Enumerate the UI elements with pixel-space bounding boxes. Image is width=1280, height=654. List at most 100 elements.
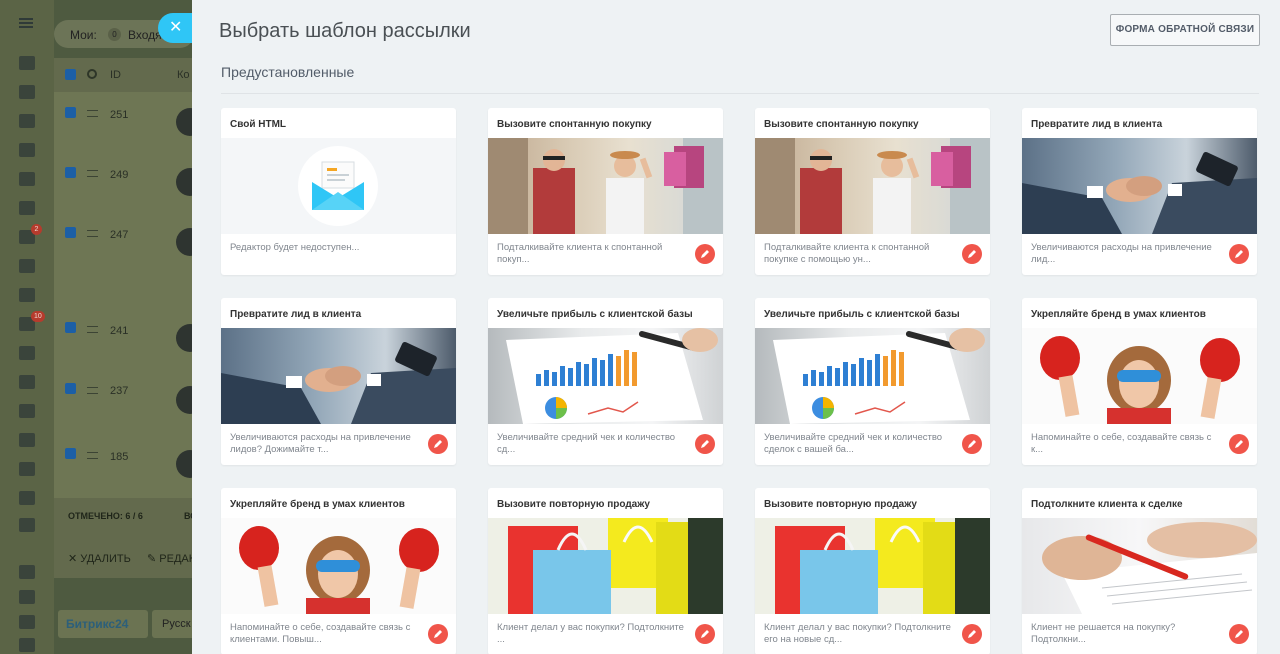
- filter-badge: 10: [31, 311, 45, 322]
- row-checkbox[interactable]: [65, 383, 76, 394]
- row-checkbox[interactable]: [65, 322, 76, 333]
- select-all-checkbox[interactable]: [65, 69, 76, 80]
- pencil-icon: [434, 440, 442, 448]
- activity-icon[interactable]: [19, 56, 35, 70]
- edit-template-button[interactable]: [1229, 434, 1249, 454]
- template-card-description: Клиент делал у вас покупки? Подтолкните …: [497, 622, 684, 645]
- target-icon[interactable]: [19, 375, 35, 389]
- template-card-description: Увеличиваются расходы на привлечение лид…: [230, 432, 411, 455]
- template-card[interactable]: Укрепляйте бренд в умах клиентов Напомин…: [1022, 298, 1257, 465]
- drive-icon[interactable]: [19, 201, 35, 215]
- close-panel-button[interactable]: ✕: [158, 13, 196, 43]
- settings-icon[interactable]: [19, 615, 35, 629]
- row-checkbox[interactable]: [65, 227, 76, 238]
- store-icon[interactable]: [19, 346, 35, 360]
- template-card-title: Вызовите спонтанную покупку: [497, 119, 652, 130]
- template-card[interactable]: Увеличьте прибыль с клиентской базы Увел…: [755, 298, 990, 465]
- tab-my-label: Мои:: [70, 28, 97, 42]
- robot-icon[interactable]: [19, 462, 35, 476]
- documents-icon[interactable]: [19, 172, 35, 186]
- template-card-title: Вызовите повторную продажу: [497, 499, 650, 510]
- drag-handle-icon[interactable]: [87, 452, 98, 459]
- drag-handle-icon[interactable]: [87, 387, 98, 394]
- template-card[interactable]: Вызовите спонтанную покупку Подталкивайт…: [488, 108, 723, 275]
- close-icon: ✕: [169, 19, 183, 36]
- row-checkbox[interactable]: [65, 167, 76, 178]
- row-id: 185: [110, 451, 129, 463]
- edit-template-button[interactable]: [695, 624, 715, 644]
- calendar-icon[interactable]: [19, 143, 35, 157]
- contact-column-header[interactable]: Ко: [177, 69, 190, 81]
- left-menu-rail: 2 10: [0, 0, 54, 654]
- pencil-icon: [968, 250, 976, 258]
- edit-template-button[interactable]: [695, 434, 715, 454]
- template-card[interactable]: Увеличьте прибыль с клиентской базы Увел…: [488, 298, 723, 465]
- template-preview-image: [1022, 138, 1257, 234]
- template-card[interactable]: Свой HTML Редактор будет недоступен...: [221, 108, 456, 275]
- edit-template-button[interactable]: [428, 434, 448, 454]
- template-card[interactable]: Превратите лид в клиента Увеличиваются р…: [221, 298, 456, 465]
- row-id: 249: [110, 169, 129, 181]
- template-card-title: Свой HTML: [230, 119, 287, 130]
- edit-template-button[interactable]: [962, 244, 982, 264]
- drag-handle-icon[interactable]: [87, 326, 98, 333]
- help-icon[interactable]: [19, 565, 35, 579]
- id-column-header[interactable]: ID: [110, 69, 121, 81]
- edit-template-button[interactable]: [695, 244, 715, 264]
- edit-template-button[interactable]: [428, 624, 448, 644]
- template-card[interactable]: Укрепляйте бренд в умах клиентов Напомин…: [221, 488, 456, 654]
- template-card[interactable]: Вызовите спонтанную покупку Подталкивайт…: [755, 108, 990, 275]
- template-card[interactable]: Вызовите повторную продажу Клиент делал …: [755, 488, 990, 654]
- add-icon[interactable]: [19, 638, 35, 652]
- edit-template-button[interactable]: [1229, 624, 1249, 644]
- template-card-title: Укрепляйте бренд в умах клиентов: [230, 499, 405, 510]
- drag-handle-icon[interactable]: [87, 230, 98, 237]
- template-card[interactable]: Подтолкните клиента к сделке Клиент не р…: [1022, 488, 1257, 654]
- checklist-icon[interactable]: [19, 288, 35, 302]
- edit-template-button[interactable]: [962, 624, 982, 644]
- drag-handle-icon[interactable]: [87, 170, 98, 177]
- template-card-title: Вызовите спонтанную покупку: [764, 119, 919, 130]
- template-preview-image: [488, 138, 723, 234]
- template-card-description: Напоминайте о себе, создавайте связь с к…: [1031, 432, 1212, 455]
- template-preview-image: [1022, 518, 1257, 614]
- table-footer: [54, 498, 194, 578]
- template-preview-image: [755, 328, 990, 424]
- template-card-description: Редактор будет недоступен...: [230, 242, 360, 253]
- tasks-icon[interactable]: [19, 85, 35, 99]
- template-card-description: Напоминайте о себе, создавайте связь с к…: [230, 622, 411, 645]
- template-card[interactable]: Вызовите повторную продажу Клиент делал …: [488, 488, 723, 654]
- template-card-description: Увеличиваются расходы на привлечение лид…: [1031, 242, 1212, 265]
- more-icon[interactable]: [19, 518, 35, 532]
- page-title: Выбрать шаблон рассылки: [219, 20, 471, 42]
- language-label: Русск: [162, 618, 191, 630]
- template-card-title: Укрепляйте бренд в умах клиентов: [1031, 309, 1206, 320]
- pencil-icon: [968, 630, 976, 638]
- delete-button[interactable]: ✕ УДАЛИТЬ: [68, 552, 131, 565]
- template-preview-image: [221, 518, 456, 614]
- row-id: 247: [110, 229, 129, 241]
- feedback-form-button[interactable]: ФОРМА ОБРАТНОЙ СВЯЗИ: [1110, 14, 1260, 46]
- template-card[interactable]: Превратите лид в клиента Увеличиваются р…: [1022, 108, 1257, 275]
- cart-icon[interactable]: [19, 404, 35, 418]
- edit-template-button[interactable]: [962, 434, 982, 454]
- contacts-icon[interactable]: [19, 259, 35, 273]
- edit-template-button[interactable]: [1229, 244, 1249, 264]
- template-preview-image: [1022, 328, 1257, 424]
- row-checkbox[interactable]: [65, 448, 76, 459]
- row-checkbox[interactable]: [65, 107, 76, 118]
- row-id: 251: [110, 109, 129, 121]
- id-card-icon[interactable]: [19, 433, 35, 447]
- menu-icon[interactable]: [19, 18, 33, 28]
- gear-icon[interactable]: [87, 69, 97, 79]
- chat-icon[interactable]: [19, 114, 35, 128]
- pencil-icon: [434, 630, 442, 638]
- template-card-description: Клиент делал у вас покупки? Подтолкните …: [764, 622, 951, 645]
- template-preview-image: [221, 328, 456, 424]
- tab-my-count: 0: [108, 28, 121, 41]
- mail-badge: 2: [31, 224, 42, 235]
- database-icon[interactable]: [19, 491, 35, 505]
- sitemap-icon[interactable]: [19, 590, 35, 604]
- template-card-title: Вызовите повторную продажу: [764, 499, 917, 510]
- drag-handle-icon[interactable]: [87, 110, 98, 117]
